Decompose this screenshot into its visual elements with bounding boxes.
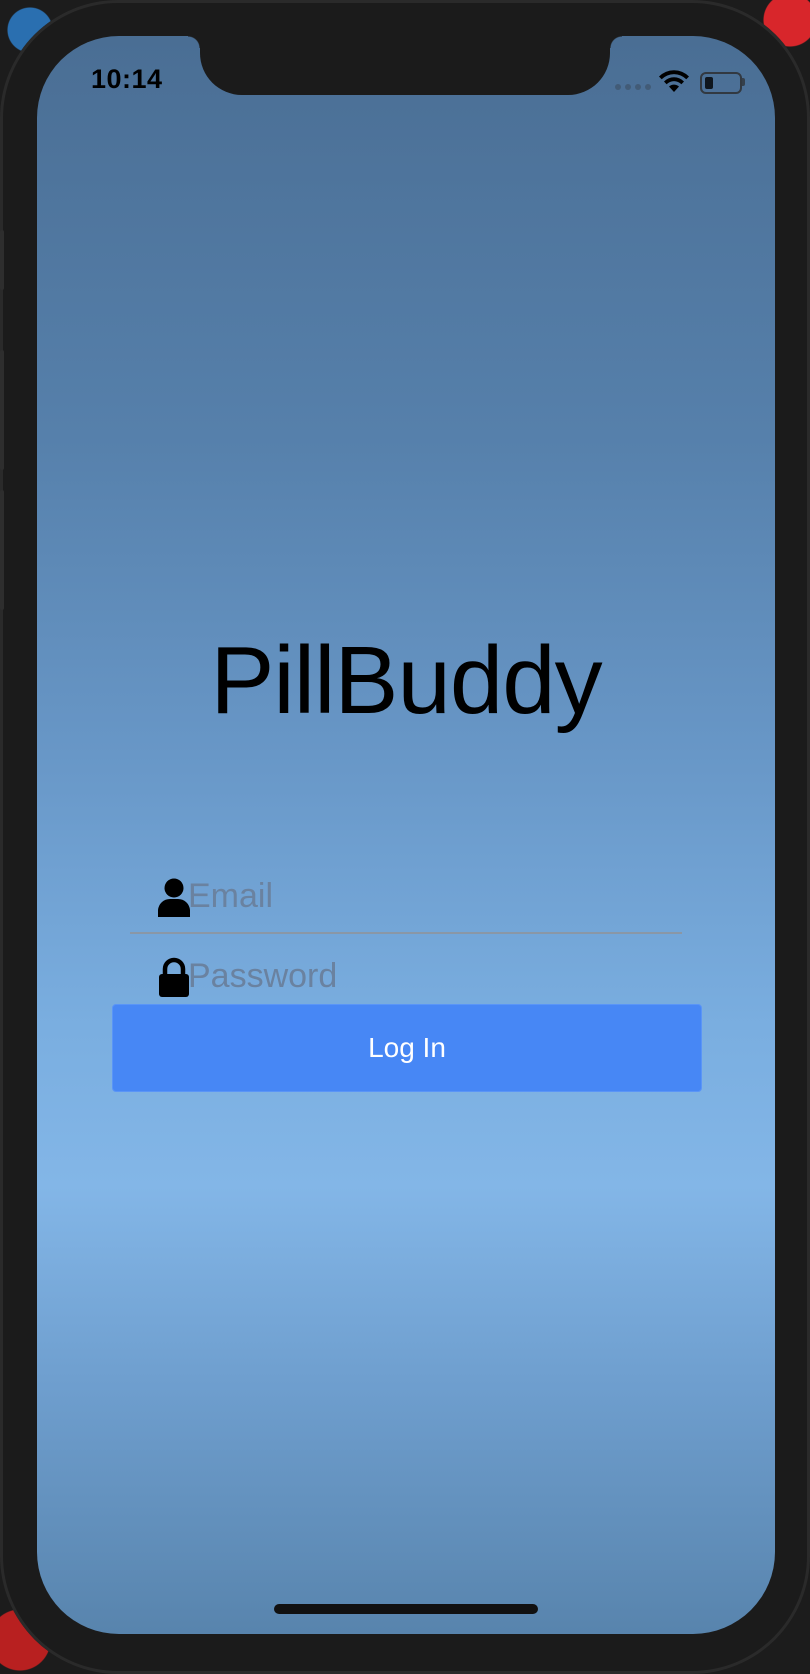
wifi-icon [659,70,689,92]
email-input[interactable] [188,870,658,922]
cellular-signal-icon [615,84,651,90]
status-time: 10:14 [91,64,163,94]
volume-up-button [0,350,4,470]
app-title: PillBuddy [210,627,602,734]
mute-switch [0,230,4,290]
phone-frame: 10:14 PillBuddy Email Log In [0,0,810,1674]
user-icon [158,878,190,917]
volume-down-button [0,490,4,610]
home-indicator[interactable] [274,1604,538,1614]
device-backdrop: 10:14 PillBuddy Email Log In [0,0,810,1674]
battery-level [705,77,713,89]
notch [188,36,622,95]
battery-icon [700,72,742,94]
battery-tip [742,78,745,86]
lock-icon [159,957,189,997]
screen: 10:14 PillBuddy Email Log In [37,36,775,1634]
email-field[interactable] [130,862,682,934]
login-button[interactable]: Log In [112,1004,702,1092]
password-input[interactable] [188,950,658,1002]
